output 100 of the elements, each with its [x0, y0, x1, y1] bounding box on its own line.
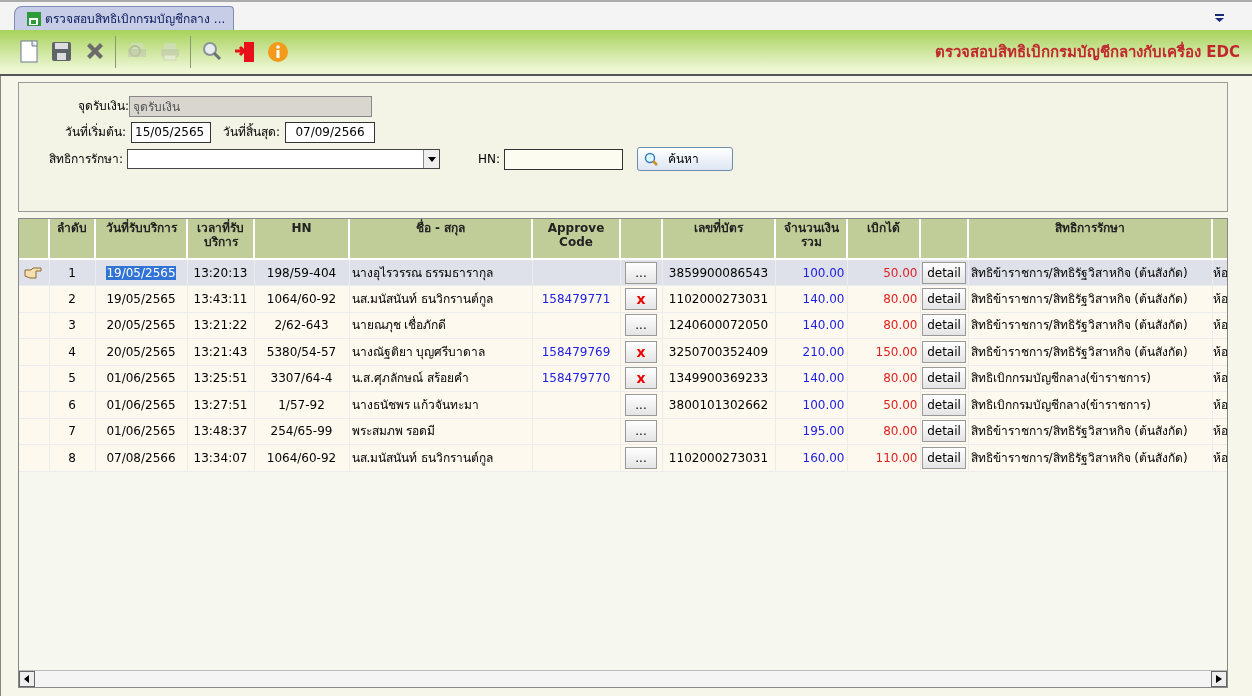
rights-cell: สิทธิเบิกกรมบัญชีกลาง(ข้าราชการ) — [970, 371, 1151, 386]
column-header[interactable]: เวลาที่รับ บริการ — [187, 219, 254, 259]
card-number-cell: 3859900086543 — [668, 265, 769, 280]
row-number: 8 — [68, 450, 76, 465]
row-number: 2 — [68, 291, 76, 306]
app-icon — [27, 11, 41, 26]
name-cell: นางอุไรวรรณ ธรรมธารากุล — [351, 265, 494, 280]
name-cell: นายณภุช เชื่อภักดี — [351, 318, 447, 333]
rights-cell: สิทธิข้าราชการ/สิทธิรัฐวิสาหกิจ (ต้นสังกัด) — [970, 424, 1188, 439]
rights-cell: สิทธิข้าราชการ/สิทธิรัฐวิสาหกิจ (ต้นสังกัด) — [970, 318, 1188, 333]
name-cell: พระสมภพ รอดมี — [351, 424, 436, 439]
detail-button[interactable]: detail — [922, 420, 966, 443]
field-label: สิทธิการรักษา: — [47, 151, 123, 168]
time-cell: 13:21:43 — [193, 344, 248, 359]
more-button[interactable]: ... — [625, 446, 657, 469]
hn-cell: 5380/54-57 — [266, 344, 337, 359]
card-number-cell: 1349900369233 — [668, 371, 769, 386]
more-button[interactable]: ... — [625, 261, 657, 284]
field-label: HN: — [476, 151, 500, 168]
card-number-cell: 3250700352409 — [668, 344, 769, 359]
detail-button[interactable]: detail — [922, 393, 966, 416]
table-cell: ห้อ — [1212, 450, 1227, 465]
amount-cell: 195.00 — [802, 424, 845, 439]
row-number: 5 — [68, 371, 76, 386]
time-cell: 13:27:51 — [193, 397, 248, 412]
cancel-button[interactable]: x — [625, 340, 657, 363]
rights-dropdown[interactable] — [127, 149, 440, 169]
name-cell: นางณัฐติยา บุญศรีบาดาล — [351, 344, 486, 359]
cancel-button[interactable]: x — [625, 367, 657, 390]
field-label: วันที่เริ่มต้น: — [63, 123, 126, 141]
search-button[interactable]: ค้นหา — [637, 147, 733, 171]
rights-cell: สิทธิเบิกกรมบัญชีกลาง(ข้าราชการ) — [970, 397, 1151, 412]
search-icon — [644, 152, 658, 166]
field-label: จุดรับเงิน: — [76, 98, 129, 115]
hn-cell: 1064/60-92 — [266, 291, 337, 306]
time-cell: 13:43:11 — [193, 291, 248, 306]
amount-cell: 140.00 — [802, 371, 845, 386]
date-cell: 01/06/2565 — [106, 371, 176, 386]
column-header[interactable]: จำนวนเงิน รวม — [775, 219, 847, 259]
detail-button[interactable]: detail — [922, 314, 966, 337]
approve-code-cell: 158479771 — [541, 291, 611, 306]
detail-button[interactable]: detail — [922, 340, 966, 363]
column-header[interactable]: ลำดับ — [49, 219, 95, 259]
scroll-left-icon[interactable] — [19, 671, 35, 687]
detail-button[interactable]: detail — [922, 367, 966, 390]
amount-cell: 100.00 — [802, 397, 845, 412]
table-cell: ห้อ — [1212, 318, 1227, 333]
more-button[interactable]: ... — [625, 420, 657, 443]
date-cell: 01/06/2565 — [106, 397, 176, 412]
time-cell: 13:21:22 — [193, 318, 248, 333]
detail-button[interactable]: detail — [922, 287, 966, 310]
scroll-right-icon[interactable] — [1211, 671, 1227, 687]
claim-cell: 110.00 — [875, 450, 918, 465]
row-number: 3 — [68, 318, 76, 333]
claim-cell: 50.00 — [883, 265, 918, 280]
tab-title: ตรวจสอบสิทธิเบิกกรมบัญชีกลาง ... — [45, 10, 226, 28]
table-cell: ห้อ — [1212, 291, 1227, 306]
date-cell: 19/05/2565 — [106, 291, 176, 306]
column-header[interactable]: เบิกได้ — [847, 219, 920, 259]
card-number-cell: 1240600072050 — [668, 318, 769, 333]
amount-cell: 100.00 — [802, 265, 845, 280]
claim-cell: 50.00 — [883, 397, 918, 412]
detail-button[interactable]: detail — [922, 261, 966, 284]
table-cell: ห้อ — [1212, 424, 1227, 439]
dropdown-arrow-icon[interactable] — [427, 156, 436, 162]
end-date-field[interactable]: 07/09/2566 — [285, 121, 375, 143]
name-cell: นส.มนัสนันท์ ธนวิกรานต์กูล — [351, 291, 494, 306]
claim-cell: 150.00 — [875, 344, 918, 359]
column-header[interactable]: เลขที่บัตร — [662, 219, 775, 259]
date-cell: 07/08/2566 — [106, 450, 176, 465]
amount-cell: 210.00 — [802, 344, 845, 359]
horizontal-scrollbar[interactable] — [19, 670, 1227, 687]
more-button[interactable]: ... — [625, 393, 657, 416]
row-number: 4 — [68, 344, 76, 359]
rights-cell: สิทธิข้าราชการ/สิทธิรัฐวิสาหกิจ (ต้นสังกัด) — [970, 344, 1188, 359]
amount-cell: 160.00 — [802, 450, 845, 465]
document-tab[interactable]: ตรวจสอบสิทธิเบิกกรมบัญชีกลาง ... — [14, 6, 235, 30]
cancel-button[interactable]: x — [625, 287, 657, 310]
field-label: วันที่สิ้นสุด: — [221, 123, 280, 141]
claim-cell: 80.00 — [883, 318, 918, 333]
column-header[interactable]: สิทธิการรักษา — [968, 219, 1212, 259]
column-header[interactable]: วันที่รับบริการ — [95, 219, 187, 259]
hn-field[interactable] — [504, 148, 623, 170]
hn-cell: 2/62-643 — [274, 318, 329, 333]
row-number: 6 — [68, 397, 76, 412]
detail-button[interactable]: detail — [922, 446, 966, 469]
column-header[interactable]: Approve Code — [532, 219, 620, 259]
column-header[interactable]: HN — [254, 219, 349, 259]
claim-cell: 80.00 — [883, 424, 918, 439]
table-cell: ห้อ — [1212, 397, 1227, 412]
start-date-field[interactable]: 15/05/2565 — [131, 121, 211, 143]
rights-cell: สิทธิข้าราชการ/สิทธิรัฐวิสาหกิจ (ต้นสังกัด) — [970, 291, 1188, 306]
date-cell: 20/05/2565 — [106, 318, 176, 333]
rights-cell: สิทธิข้าราชการ/สิทธิรัฐวิสาหกิจ (ต้นสังกัด) — [970, 265, 1188, 280]
more-button[interactable]: ... — [625, 314, 657, 337]
column-header[interactable]: ชื่อ - สกุล — [349, 219, 532, 259]
amount-cell: 140.00 — [802, 291, 845, 306]
time-cell: 13:25:51 — [193, 371, 248, 386]
hn-cell: 1/57-92 — [278, 397, 325, 412]
approve-code-cell: 158479770 — [541, 371, 611, 386]
